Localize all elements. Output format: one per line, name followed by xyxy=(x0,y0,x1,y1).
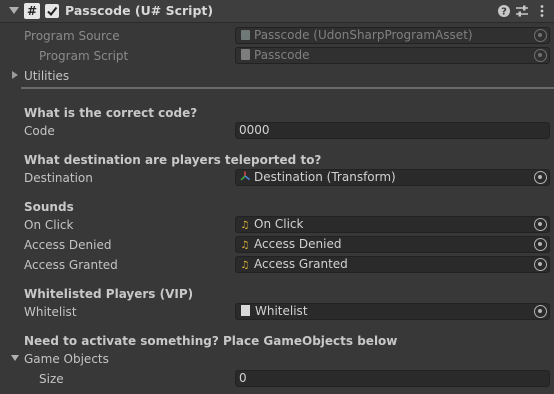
text-asset-icon xyxy=(241,305,250,316)
game-objects-section-heading: Need to activate something? Place GameOb… xyxy=(24,334,398,348)
game-objects-foldout[interactable]: Game Objects xyxy=(24,352,109,366)
program-source-value: Passcode (UdonSharpProgramAsset) xyxy=(254,28,473,42)
code-input[interactable]: 0000 xyxy=(235,122,550,139)
object-picker-icon xyxy=(534,49,547,62)
program-script-value: Passcode xyxy=(254,48,310,62)
context-menu-icon[interactable] xyxy=(535,4,549,18)
script-hash-icon: # xyxy=(24,3,40,19)
destination-field[interactable]: Destination (Transform) xyxy=(235,169,550,186)
object-picker-icon[interactable] xyxy=(534,258,547,271)
access-granted-value: Access Granted xyxy=(254,257,348,271)
program-source-field: Passcode (UdonSharpProgramAsset) xyxy=(235,27,550,44)
on-click-label: On Click xyxy=(24,218,74,232)
on-click-audio-field[interactable]: ♫ On Click xyxy=(235,216,550,233)
program-source-label: Program Source xyxy=(24,29,120,43)
object-picker-icon xyxy=(534,29,547,42)
checkmark-icon xyxy=(47,6,58,17)
svg-text:?: ? xyxy=(501,7,507,18)
separator xyxy=(21,87,554,89)
program-script-field: Passcode xyxy=(235,47,550,64)
transform-icon xyxy=(239,171,251,185)
access-granted-audio-field[interactable]: ♫ Access Granted xyxy=(235,256,550,273)
fold-arrow-icon[interactable] xyxy=(9,7,19,14)
destination-section-heading: What destination are players teleported … xyxy=(24,153,322,167)
help-icon[interactable]: ? xyxy=(497,4,511,18)
access-denied-label: Access Denied xyxy=(24,238,112,252)
whitelist-section-heading: Whitelisted Players (VIP) xyxy=(24,287,194,301)
program-asset-icon xyxy=(241,30,250,40)
object-picker-icon[interactable] xyxy=(534,218,547,231)
access-denied-audio-field[interactable]: ♫ Access Denied xyxy=(235,236,550,253)
script-file-icon xyxy=(241,49,250,60)
code-label: Code xyxy=(24,124,55,138)
enable-checkbox[interactable] xyxy=(45,4,59,18)
whitelist-label: Whitelist xyxy=(24,305,77,319)
size-label: Size xyxy=(39,372,64,386)
destination-label: Destination xyxy=(24,171,93,185)
object-picker-icon[interactable] xyxy=(534,238,547,251)
access-granted-label: Access Granted xyxy=(24,258,118,272)
whitelist-field[interactable]: Whitelist xyxy=(235,303,550,320)
object-picker-icon[interactable] xyxy=(534,171,547,184)
audio-clip-icon: ♫ xyxy=(240,220,250,231)
code-section-heading: What is the correct code? xyxy=(24,106,198,120)
program-script-label: Program Script xyxy=(39,49,129,63)
destination-value: Destination (Transform) xyxy=(254,170,396,184)
access-denied-value: Access Denied xyxy=(254,237,342,251)
on-click-value: On Click xyxy=(254,217,304,231)
utilities-foldout[interactable]: Utilities xyxy=(24,69,69,83)
audio-clip-icon: ♫ xyxy=(240,260,250,271)
audio-clip-icon: ♫ xyxy=(240,240,250,251)
presets-icon[interactable] xyxy=(515,4,529,18)
foldout-expanded-icon[interactable] xyxy=(11,355,19,361)
object-picker-icon[interactable] xyxy=(534,305,547,318)
component-header: # Passcode (U# Script) ? xyxy=(0,0,554,23)
size-input[interactable]: 0 xyxy=(235,370,550,387)
component-title: Passcode (U# Script) xyxy=(65,3,214,18)
foldout-collapsed-icon[interactable] xyxy=(12,71,18,79)
whitelist-value: Whitelist xyxy=(255,304,308,318)
sounds-section-heading: Sounds xyxy=(24,200,74,214)
